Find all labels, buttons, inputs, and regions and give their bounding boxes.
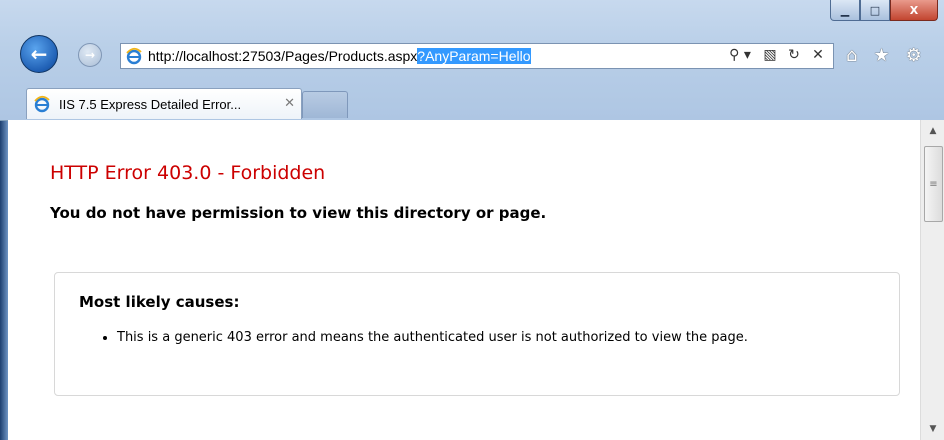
home-icon[interactable]: ⌂	[846, 45, 857, 66]
page-content: HTTP Error 403.0 - Forbidden You do not …	[8, 120, 920, 440]
address-bar[interactable]: http://localhost:27503/Pages/Products.as…	[120, 43, 834, 69]
address-tools: ⚲ ▾ ▧ ↻ ✕	[727, 47, 825, 63]
window-caption-buttons: ▁ □ X	[830, 0, 938, 22]
search-icon[interactable]: ⚲ ▾	[727, 47, 753, 63]
navigation-bar: ← → http://localhost:27503/Pages/Product…	[0, 28, 944, 76]
tab-error-page[interactable]: IIS 7.5 Express Detailed Error... ✕	[26, 88, 302, 119]
error-subtitle: You do not have permission to view this …	[50, 204, 547, 222]
compatibility-view-icon[interactable]: ▧	[763, 47, 777, 63]
forward-button[interactable]: →	[78, 43, 102, 67]
url-plain-text: http://localhost:27503/Pages/Products.as…	[148, 48, 418, 64]
causes-heading: Most likely causes:	[79, 293, 240, 311]
minimize-button[interactable]: ▁	[830, 0, 860, 21]
browser-chrome: ▁ □ X ← → http://localhost:27503/Pages/P…	[0, 0, 944, 121]
tools-gear-icon[interactable]: ⚙	[906, 45, 922, 66]
tab-title: IIS 7.5 Express Detailed Error...	[59, 97, 242, 112]
error-title: HTTP Error 403.0 - Forbidden	[50, 162, 326, 184]
vertical-scrollbar[interactable]: ▲ ≡ ▼	[920, 120, 944, 440]
scroll-up-arrow-icon[interactable]: ▲	[921, 120, 944, 142]
close-window-button[interactable]: X	[890, 0, 938, 21]
maximize-button[interactable]: □	[860, 0, 890, 21]
new-tab-button[interactable]	[302, 91, 348, 118]
toolbar-icons: ⌂ ★ ⚙	[846, 45, 922, 66]
refresh-icon[interactable]: ↻	[787, 47, 801, 63]
favorites-icon[interactable]: ★	[873, 45, 889, 66]
list-item: This is a generic 403 error and means th…	[117, 329, 897, 347]
scroll-down-arrow-icon[interactable]: ▼	[921, 418, 944, 440]
ie-tab-icon	[34, 95, 50, 113]
url-selected-text: ?AnyParam=Hello	[417, 48, 531, 64]
tab-strip: IIS 7.5 Express Detailed Error... ✕	[0, 85, 944, 119]
scroll-thumb[interactable]: ≡	[924, 146, 943, 222]
likely-causes-box: Most likely causes: This is a generic 40…	[54, 272, 900, 396]
address-url[interactable]: http://localhost:27503/Pages/Products.as…	[148, 48, 531, 64]
tab-close-icon[interactable]: ✕	[284, 96, 295, 111]
causes-list: This is a generic 403 error and means th…	[99, 329, 897, 347]
stop-icon[interactable]: ✕	[811, 47, 825, 63]
back-button[interactable]: ←	[20, 35, 58, 73]
ie-page-icon	[126, 47, 142, 65]
